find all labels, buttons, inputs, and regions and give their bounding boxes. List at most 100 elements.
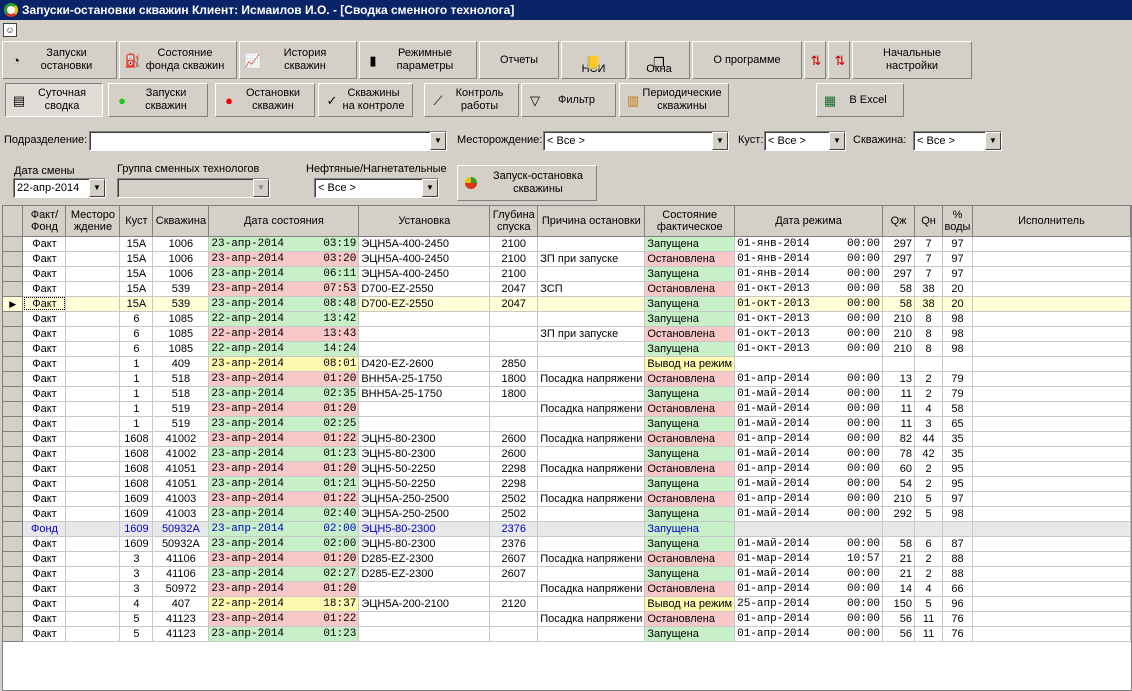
table-row[interactable]: Факт 1 518 23-апр-2014 02:35 ВНН5А-25-1750 180…	[3, 386, 1131, 402]
toolbar-button-6[interactable]: ❐ Окна	[628, 41, 690, 79]
toolbar2-button-1[interactable]: ● Запуски скважин	[108, 83, 208, 117]
table-row[interactable]: Факт 6 1085 22-апр-2014 14:24 Запущена 01-окт-…	[3, 341, 1131, 357]
column-header[interactable]: Факт/ Фонд	[22, 206, 67, 237]
row-indicator[interactable]	[3, 311, 24, 327]
column-header[interactable]: Месторо ждение	[65, 206, 121, 237]
row-indicator[interactable]	[3, 611, 24, 627]
column-header[interactable]: % воды	[942, 206, 973, 237]
table-row[interactable]: Факт 15А 539 23-апр-2014 07:53 D700-EZ-2550 20…	[3, 281, 1131, 297]
launch-stop-button[interactable]: Запуск-остановка скважины	[457, 165, 597, 201]
row-indicator[interactable]	[3, 326, 24, 342]
row-indicator[interactable]	[3, 566, 24, 582]
table-row[interactable]: Факт 1609 41003 23-апр-2014 02:40 ЭЦН5А-250-2…	[3, 506, 1131, 522]
column-header[interactable]: Состояние фактическое	[644, 206, 736, 237]
bush-combo[interactable]: < Все > ▼	[764, 131, 846, 151]
row-indicator[interactable]	[3, 536, 24, 552]
row-indicator[interactable]	[3, 626, 24, 642]
table-row[interactable]: Факт 1 519 23-апр-2014 02:25 Запущена 01-май-2…	[3, 416, 1131, 432]
table-row[interactable]: Факт 1608 41051 23-апр-2014 01:20 ЭЦН5-50-225…	[3, 461, 1131, 477]
toolbar2-button-5[interactable]: ▽ Фильтр	[521, 83, 616, 117]
toolbar-button-5[interactable]: 📒 НСИ	[561, 41, 626, 79]
user-card-icon[interactable]: ☺	[3, 23, 17, 37]
toolbar-button-8[interactable]: ⇅	[804, 41, 826, 79]
table-row[interactable]: Факт 1609 41003 23-апр-2014 01:22 ЭЦН5А-250-2…	[3, 491, 1131, 507]
table-row[interactable]: Факт 6 1085 22-апр-2014 13:42 Запущена 01-окт-…	[3, 311, 1131, 327]
toolbar-button-9[interactable]: ⇅	[828, 41, 850, 79]
row-indicator[interactable]	[3, 581, 24, 597]
row-indicator[interactable]	[3, 506, 24, 522]
row-indicator[interactable]	[3, 551, 24, 567]
toolbar-button-1[interactable]: ⛽ Состояние фонда скважин	[119, 41, 237, 79]
chevron-down-icon[interactable]: ▼	[430, 132, 446, 150]
row-indicator[interactable]	[3, 371, 24, 387]
row-indicator[interactable]	[3, 596, 24, 612]
toolbar-button-10[interactable]: Начальные настройки	[852, 41, 972, 79]
column-header[interactable]: Скважина	[152, 206, 210, 237]
toolbar-button-7[interactable]: О программе	[692, 41, 802, 79]
table-row[interactable]: ▶ Факт 15А 539 23-апр-2014 08:48 D700-EZ-2550 2…	[3, 296, 1131, 312]
group-combo[interactable]: ▼	[117, 178, 270, 198]
column-header[interactable]: Дата состояния	[208, 206, 360, 237]
chevron-down-icon[interactable]: ▼	[422, 179, 438, 197]
table-row[interactable]: Фонд 1609 50932А 23-апр-2014 02:00 ЭЦН5-80-23…	[3, 521, 1131, 537]
row-indicator[interactable]	[3, 266, 24, 282]
row-indicator[interactable]	[3, 461, 24, 477]
data-grid[interactable]: Факт/ Фонд Месторо ждение Куст Скважина Дата…	[2, 205, 1132, 691]
toolbar2-button-2[interactable]: ● Остановки скважин	[215, 83, 315, 117]
toolbar2-button-0[interactable]: ▤ Суточная сводка	[5, 83, 103, 117]
table-row[interactable]: Факт 5 41123 23-апр-2014 01:23 Запущена 01-апр…	[3, 626, 1131, 642]
chevron-down-icon[interactable]: ▼	[712, 132, 728, 150]
row-indicator[interactable]	[3, 281, 24, 297]
column-header[interactable]: Исполнитель	[972, 206, 1131, 237]
table-row[interactable]: Факт 1608 41002 23-апр-2014 01:22 ЭЦН5-80-230…	[3, 431, 1131, 447]
row-indicator[interactable]	[3, 236, 24, 252]
toolbar2-button-6[interactable]: ▥ Периодические скважины	[619, 83, 729, 117]
column-header[interactable]: Куст	[119, 206, 154, 237]
row-indicator[interactable]	[3, 521, 24, 537]
toolbar2-button-3[interactable]: ✓ Скважины на контроле	[318, 83, 413, 117]
table-row[interactable]: Факт 1609 50932А 23-апр-2014 02:00 ЭЦН5-80-23…	[3, 536, 1131, 552]
row-indicator[interactable]	[3, 491, 24, 507]
row-indicator[interactable]	[3, 386, 24, 402]
chevron-down-icon[interactable]: ▼	[985, 132, 1001, 150]
column-header[interactable]: Дата режима	[734, 206, 884, 237]
row-indicator[interactable]	[3, 251, 24, 267]
table-row[interactable]: Факт 1 518 23-апр-2014 01:20 ВНН5А-25-1750 180…	[3, 371, 1131, 387]
table-row[interactable]: Факт 4 407 22-апр-2014 18:37 ЭЦН5А-200-2100 21…	[3, 596, 1131, 612]
oil-combo[interactable]: < Все > ▼	[314, 178, 439, 198]
field-combo[interactable]: < Все > ▼	[543, 131, 729, 151]
table-row[interactable]: Факт 15А 1006 23-апр-2014 03:19 ЭЦН5А-400-245…	[3, 236, 1131, 252]
column-header[interactable]: Qж	[882, 206, 916, 237]
row-indicator[interactable]	[3, 401, 24, 417]
toolbar2-button-7[interactable]: ▦ В Excel	[816, 83, 904, 117]
toolbar2-button-4[interactable]: ⟋ Контроль работы	[424, 83, 519, 117]
chevron-down-icon[interactable]: ▼	[829, 132, 845, 150]
column-header[interactable]: Причина остановки	[537, 206, 646, 237]
row-indicator[interactable]: ▶	[3, 296, 24, 312]
row-indicator[interactable]	[3, 356, 24, 372]
column-header[interactable]: Установка	[358, 206, 491, 237]
chevron-down-icon[interactable]: ▼	[89, 179, 105, 197]
row-indicator[interactable]	[3, 416, 24, 432]
table-row[interactable]: Факт 6 1085 22-апр-2014 13:43 ЗП при запуске О…	[3, 326, 1131, 342]
table-row[interactable]: Факт 3 41106 23-апр-2014 01:20 D285-EZ-2300 26…	[3, 551, 1131, 567]
toolbar-button-0[interactable]: ◔ Запуски остановки	[2, 41, 117, 79]
table-row[interactable]: Факт 1608 41051 23-апр-2014 01:21 ЭЦН5-50-225…	[3, 476, 1131, 492]
row-indicator[interactable]	[3, 341, 24, 357]
row-indicator[interactable]	[3, 446, 24, 462]
row-indicator[interactable]	[3, 476, 24, 492]
toolbar-button-4[interactable]: Отчеты	[479, 41, 559, 79]
toolbar-button-3[interactable]: ▮ Режимные параметры	[359, 41, 477, 79]
table-row[interactable]: Факт 5 41123 23-апр-2014 01:22 Посадка напряж…	[3, 611, 1131, 627]
table-row[interactable]: Факт 3 41106 23-апр-2014 02:27 D285-EZ-2300 26…	[3, 566, 1131, 582]
table-row[interactable]: Факт 1608 41002 23-апр-2014 01:23 ЭЦН5-80-230…	[3, 446, 1131, 462]
well-combo[interactable]: < Все > ▼	[913, 131, 1002, 151]
table-row[interactable]: Факт 15А 1006 23-апр-2014 03:20 ЭЦН5А-400-245…	[3, 251, 1131, 267]
table-row[interactable]: Факт 1 409 23-апр-2014 08:01 D420-EZ-2600 2850…	[3, 356, 1131, 372]
subdivision-combo[interactable]: ▼	[89, 131, 447, 151]
table-row[interactable]: Факт 15А 1006 23-апр-2014 06:11 ЭЦН5А-400-245…	[3, 266, 1131, 282]
column-header[interactable]: Глубина спуска	[489, 206, 539, 237]
toolbar-button-2[interactable]: 📈 История скважин	[239, 41, 357, 79]
chevron-down-icon[interactable]: ▼	[253, 179, 269, 197]
shift-date-picker[interactable]: 22-апр-2014 ▼	[13, 178, 106, 198]
